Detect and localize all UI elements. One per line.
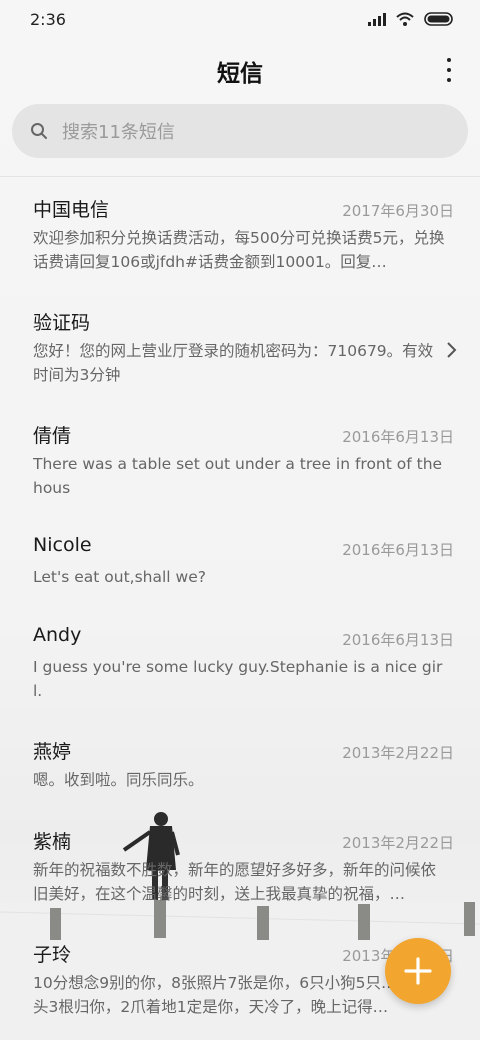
message-preview: Let's eat out,shall we? — [33, 568, 206, 586]
search-icon — [31, 123, 47, 139]
app-header: 短信 — [0, 40, 480, 100]
message-date: 2013年2月22日 — [342, 834, 454, 852]
search-placeholder: 搜索11条短信 — [62, 122, 175, 143]
page-title: 短信 — [217, 61, 263, 87]
search-input[interactable]: 搜索11条短信 — [12, 104, 468, 158]
contact-name: Nicole — [33, 534, 92, 556]
message-date: 2016年6月13日 — [342, 428, 454, 446]
status-bar: 2:36 — [0, 0, 480, 40]
contact-name: 中国电信 — [33, 199, 110, 221]
message-date: 2013年2月22日 — [342, 744, 454, 762]
message-date: 2016年6月13日 — [342, 631, 454, 649]
message-preview: 您好！您的网上营业厅登录的随机密码为：710679。有效时间为3分钟 — [33, 342, 434, 384]
divider — [0, 176, 480, 177]
contact-name: Andy — [33, 624, 82, 646]
signal-icon — [368, 12, 386, 26]
list-item[interactable]: 倩倩 2016年6月13日 There was a table set out … — [0, 404, 480, 512]
status-time: 2:36 — [30, 10, 66, 29]
list-item[interactable]: 中国电信 2017年6月30日 欢迎参加积分兑换话费活动，每500分可兑换话费5… — [0, 178, 480, 286]
message-preview: 新年的祝福数不胜数，新年的愿望好多好多，新年的问候依旧美好，在这个温馨的时刻，送… — [33, 861, 437, 903]
list-item[interactable]: 验证码 您好！您的网上营业厅登录的随机密码为：710679。有效时间为3分钟 — [0, 291, 480, 399]
battery-icon — [424, 12, 453, 26]
chevron-right-icon — [447, 342, 457, 358]
more-vertical-icon — [447, 58, 451, 62]
more-options-button[interactable] — [442, 58, 456, 82]
message-preview: There was a table set out under a tree i… — [33, 455, 443, 497]
list-item[interactable]: 紫楠 2013年2月22日 新年的祝福数不胜数，新年的愿望好多好多，新年的问候依… — [0, 810, 480, 918]
message-preview: 欢迎参加积分兑换话费活动，每500分可兑换话费5元，兑换话费请回复106或jfd… — [33, 229, 445, 271]
list-item[interactable]: Andy 2016年6月13日 I guess you're some luck… — [0, 607, 480, 715]
contact-name: 燕婷 — [33, 741, 72, 763]
plus-icon — [404, 957, 432, 985]
status-icons — [368, 12, 454, 26]
more-vertical-icon-dot — [447, 78, 451, 82]
message-preview: I guess you're some lucky guy.Stephanie … — [33, 658, 443, 700]
more-vertical-icon-dot — [447, 68, 451, 72]
contact-name: 子玲 — [33, 944, 72, 966]
message-date: 2016年6月13日 — [342, 541, 454, 559]
contact-name: 倩倩 — [33, 425, 72, 447]
contact-name: 紫楠 — [33, 831, 72, 853]
message-preview: 嗯。收到啦。同乐同乐。 — [33, 771, 204, 789]
wifi-icon — [396, 12, 414, 26]
message-date: 2017年6月30日 — [342, 202, 454, 220]
new-message-button[interactable] — [385, 938, 451, 1004]
message-preview: 10分想念9别的你，8张照片7张是你，6只小狗5只…4根骨头3根归你，2爪着地1… — [33, 974, 438, 1016]
contact-name: 验证码 — [33, 312, 91, 334]
